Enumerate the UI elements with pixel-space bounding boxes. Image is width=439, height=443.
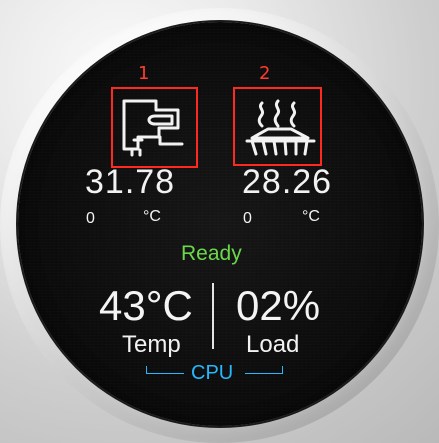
- cpu-load-label: Load: [246, 331, 300, 358]
- sensor-2-small-value: 0: [243, 210, 252, 227]
- cpu-board-icon: [122, 99, 184, 157]
- sensor-1-small-value: 0: [86, 210, 95, 227]
- sensor-2-temperature: 28.26: [242, 163, 333, 201]
- metric-divider: [212, 283, 214, 349]
- sensor-1-marker: 1: [138, 63, 150, 84]
- cpu-section-label: CPU: [191, 362, 234, 384]
- sensor-2-marker: 2: [259, 63, 271, 84]
- heatsink-heat-icon: [245, 99, 316, 156]
- sensor-1-temperature: 31.78: [85, 163, 176, 201]
- cpu-temperature-value: 43°C: [99, 282, 193, 329]
- device-display-photo: 1 2 31.78 28.26 0 °C 0 °C Ready 43°C 02%…: [0, 0, 439, 443]
- sensor-2-unit: °C: [302, 208, 320, 225]
- cpu-right-rule: [245, 373, 283, 374]
- sensor-1-unit: °C: [143, 208, 161, 225]
- cpu-load-value: 02%: [236, 282, 321, 329]
- status-text: Ready: [181, 242, 242, 265]
- cpu-left-rule: [146, 373, 184, 374]
- cpu-temperature-label: Temp: [122, 331, 181, 358]
- cpu-right-bracket-tick: [282, 366, 283, 374]
